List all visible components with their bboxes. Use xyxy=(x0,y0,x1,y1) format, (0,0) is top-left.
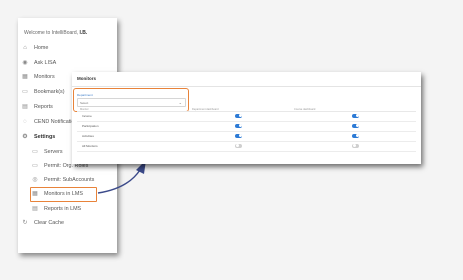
course-dashboard-toggle[interactable] xyxy=(352,133,359,138)
course-dashboard-toggle[interactable] xyxy=(352,123,359,128)
table-row: Income xyxy=(77,112,416,122)
table-row: All Monitors xyxy=(77,142,416,152)
dept-dashboard-toggle[interactable] xyxy=(235,113,242,118)
panel-title: Monitors xyxy=(77,76,96,81)
department-select-value: Select xyxy=(80,101,89,105)
dept-dashboard-toggle[interactable] xyxy=(235,123,242,128)
department-label: Department xyxy=(77,93,93,97)
table-row: Activities xyxy=(77,132,416,142)
row-label: All Monitors xyxy=(82,144,98,148)
row-label: Participation xyxy=(82,124,99,128)
table-row: Participation xyxy=(77,122,416,132)
course-dashboard-toggle[interactable] xyxy=(352,113,359,118)
divider xyxy=(72,86,421,87)
department-highlight: Department Select ⌄ xyxy=(73,88,189,112)
dept-dashboard-toggle[interactable] xyxy=(235,143,242,148)
chevron-down-icon: ⌄ xyxy=(178,100,182,105)
course-dashboard-toggle[interactable] xyxy=(352,143,359,148)
row-label: Income xyxy=(82,114,92,118)
dept-dashboard-toggle[interactable] xyxy=(235,133,242,138)
monitors-panel: Monitors Department Select ⌄ Monitor Dep… xyxy=(72,72,421,164)
row-label: Activities xyxy=(82,134,94,138)
department-select[interactable]: Select ⌄ xyxy=(77,98,186,107)
